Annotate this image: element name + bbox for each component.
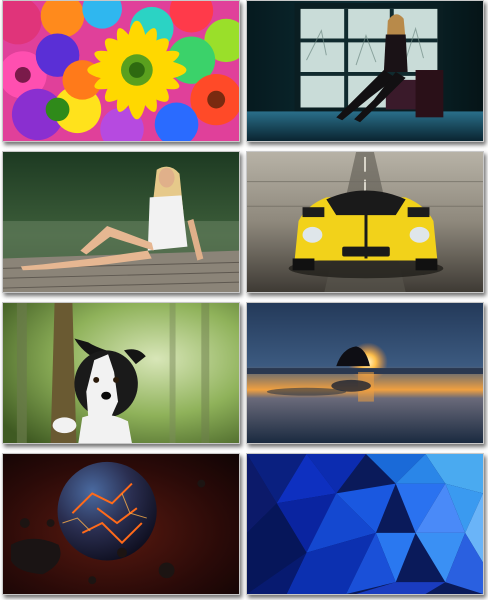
- sports-car-image: [247, 152, 483, 292]
- sunset-beach-image: [247, 303, 483, 443]
- wallpaper-gallery: [0, 0, 488, 600]
- thumbnail-woman-on-dock[interactable]: [2, 151, 240, 293]
- thumbnail-blue-polygon-abstract[interactable]: [246, 453, 484, 595]
- thumbnail-woman-at-window[interactable]: [246, 0, 484, 142]
- polygon-image: [247, 454, 483, 594]
- dog-forest-image: [3, 303, 239, 443]
- woman-dock-image: [3, 152, 239, 292]
- thumbnail-exploding-planet[interactable]: [2, 453, 240, 595]
- planet-image: [3, 454, 239, 594]
- thumbnail-yellow-sports-car[interactable]: [246, 151, 484, 293]
- woman-window-image: [247, 1, 483, 141]
- thumbnail-dog-in-forest[interactable]: [2, 302, 240, 444]
- thumbnail-colorful-flowers[interactable]: [2, 0, 240, 142]
- thumbnail-sunset-rock-beach[interactable]: [246, 302, 484, 444]
- flowers-image: [3, 1, 239, 141]
